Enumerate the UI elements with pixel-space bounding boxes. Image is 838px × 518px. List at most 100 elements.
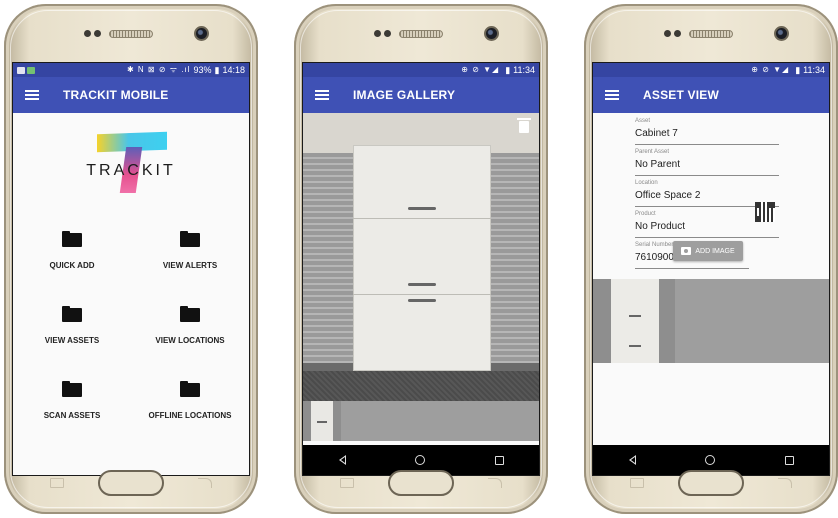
- phone-asset-view: ⊕ ⊘ ▼◢ ▮ 11:34 ASSET VIEW Asset Cabinet …: [584, 4, 838, 514]
- app-bar: IMAGE GALLERY: [303, 77, 539, 113]
- menu-icon[interactable]: [605, 90, 619, 100]
- notification-icons: [17, 66, 35, 74]
- battery-icon: ▮: [795, 65, 801, 75]
- status-time: 11:34: [803, 65, 825, 75]
- back-key-icon[interactable]: [778, 478, 792, 488]
- photo-shutter-right: [483, 153, 539, 363]
- back-icon[interactable]: [338, 455, 346, 465]
- selected-image[interactable]: [303, 113, 539, 401]
- photo-shutter-left: [303, 153, 359, 363]
- delete-icon[interactable]: [517, 118, 531, 133]
- qr-code-icon[interactable]: [755, 202, 775, 222]
- parent-asset-field[interactable]: Parent Asset No Parent: [635, 148, 779, 176]
- status-time: 11:34: [513, 65, 535, 75]
- system-status-icons: ⊕ ⊘ ▼◢: [751, 65, 790, 74]
- earpiece-speaker: [109, 30, 153, 38]
- proximity-sensor: [84, 30, 91, 37]
- asset-field[interactable]: Asset Cabinet 7: [635, 117, 779, 145]
- menu-label: OFFLINE LOCATIONS: [148, 411, 232, 420]
- front-camera-icon: [484, 26, 499, 41]
- view-locations-button[interactable]: VIEW LOCATIONS: [131, 306, 249, 345]
- back-key-icon[interactable]: [198, 478, 212, 488]
- battery-icon: ▮: [505, 65, 511, 75]
- offline-locations-button[interactable]: OFFLINE LOCATIONS: [131, 381, 249, 420]
- folder-icon: [180, 306, 200, 322]
- menu-label: SCAN ASSETS: [43, 411, 101, 420]
- home-icon[interactable]: [705, 455, 716, 465]
- quick-add-button[interactable]: QUICK ADD: [13, 231, 131, 270]
- image-thumbnail[interactable]: [303, 401, 341, 441]
- home-key[interactable]: [388, 470, 454, 496]
- menu-label: VIEW ASSETS: [44, 336, 100, 345]
- trackit-logo: TRACKIT: [13, 113, 249, 217]
- photo-floor: [303, 371, 539, 401]
- phone-image-gallery: ⊕ ⊘ ▼◢ ▮ 11:34 IMAGE GALLERY: [294, 4, 548, 514]
- status-bar: ⊕ ⊘ ▼◢ ▮ 11:34: [593, 63, 829, 77]
- view-alerts-button[interactable]: VIEW ALERTS: [131, 231, 249, 270]
- light-sensor: [384, 30, 391, 37]
- app-title: ASSET VIEW: [643, 88, 720, 102]
- app-notification-icon: [27, 66, 35, 74]
- photo-drawer: [353, 295, 491, 371]
- front-camera-icon: [194, 26, 209, 41]
- system-status-icons: ✱ N ⊠ ⊘ ᯤ .ıl: [126, 65, 191, 74]
- field-value: No Parent: [635, 157, 779, 176]
- menu-label: VIEW ALERTS: [162, 261, 218, 270]
- folder-icon: [180, 381, 200, 397]
- home-icon[interactable]: [415, 455, 426, 465]
- app-bar: ASSET VIEW: [593, 77, 829, 113]
- proximity-sensor: [664, 30, 671, 37]
- asset-image-strip: [593, 279, 829, 363]
- menu-icon[interactable]: [315, 90, 329, 100]
- app-bar: TRACKIT MOBILE: [13, 77, 249, 113]
- folder-icon: [180, 231, 200, 247]
- folder-icon: [62, 306, 82, 322]
- thumbnail-strip: [303, 401, 539, 441]
- system-status-icons: ⊕ ⊘ ▼◢: [461, 65, 500, 74]
- front-camera-icon: [774, 26, 789, 41]
- screen: ⊕ ⊘ ▼◢ ▮ 11:34 IMAGE GALLERY: [302, 62, 540, 476]
- field-value: Cabinet 7: [635, 126, 779, 145]
- battery-percent: 93%: [193, 65, 212, 75]
- light-sensor: [674, 30, 681, 37]
- logo-text: TRACKIT: [86, 162, 176, 179]
- field-label: Asset: [635, 118, 651, 124]
- earpiece-speaker: [689, 30, 733, 38]
- recent-apps-icon[interactable]: [495, 455, 505, 465]
- gallery-notification-icon: [17, 66, 25, 74]
- folder-icon: [62, 381, 82, 397]
- add-image-label: ADD IMAGE: [695, 247, 735, 255]
- home-key[interactable]: [678, 470, 744, 496]
- field-label: Location: [635, 180, 658, 186]
- back-key-icon[interactable]: [488, 478, 502, 488]
- view-assets-button[interactable]: VIEW ASSETS: [13, 306, 131, 345]
- home-key[interactable]: [98, 470, 164, 496]
- app-title: IMAGE GALLERY: [353, 88, 456, 102]
- recent-apps-key-icon[interactable]: [630, 478, 644, 488]
- asset-image-thumbnail[interactable]: [593, 279, 675, 363]
- back-icon[interactable]: [628, 455, 636, 465]
- proximity-sensor: [374, 30, 381, 37]
- photo-cabinet: [353, 145, 491, 371]
- recent-apps-key-icon[interactable]: [340, 478, 354, 488]
- photo-drawer: [353, 219, 491, 295]
- status-bar: ✱ N ⊠ ⊘ ᯤ .ıl 93% ▮ 14:18: [13, 63, 249, 77]
- menu-icon[interactable]: [25, 90, 39, 100]
- field-label: Parent Asset: [635, 149, 670, 155]
- screen: ✱ N ⊠ ⊘ ᯤ .ıl 93% ▮ 14:18 TRACKIT MOBILE…: [12, 62, 250, 476]
- scan-assets-button[interactable]: SCAN ASSETS: [13, 381, 131, 420]
- status-time: 14:18: [222, 65, 245, 75]
- menu-label: VIEW LOCATIONS: [155, 336, 225, 345]
- status-bar: ⊕ ⊘ ▼◢ ▮ 11:34: [303, 63, 539, 77]
- menu-label: QUICK ADD: [49, 261, 95, 270]
- recent-apps-key-icon[interactable]: [50, 478, 64, 488]
- recent-apps-icon[interactable]: [785, 455, 795, 465]
- add-image-button[interactable]: ADD IMAGE: [673, 241, 743, 261]
- light-sensor: [94, 30, 101, 37]
- earpiece-speaker: [399, 30, 443, 38]
- add-photo-icon: [681, 247, 692, 255]
- phone-trackit-mobile: ✱ N ⊠ ⊘ ᯤ .ıl 93% ▮ 14:18 TRACKIT MOBILE…: [4, 4, 258, 514]
- photo-drawer: [353, 145, 491, 219]
- app-title: TRACKIT MOBILE: [63, 88, 169, 102]
- main-menu: QUICK ADD VIEW ALERTS VIEW ASSETS VIEW L…: [13, 217, 249, 420]
